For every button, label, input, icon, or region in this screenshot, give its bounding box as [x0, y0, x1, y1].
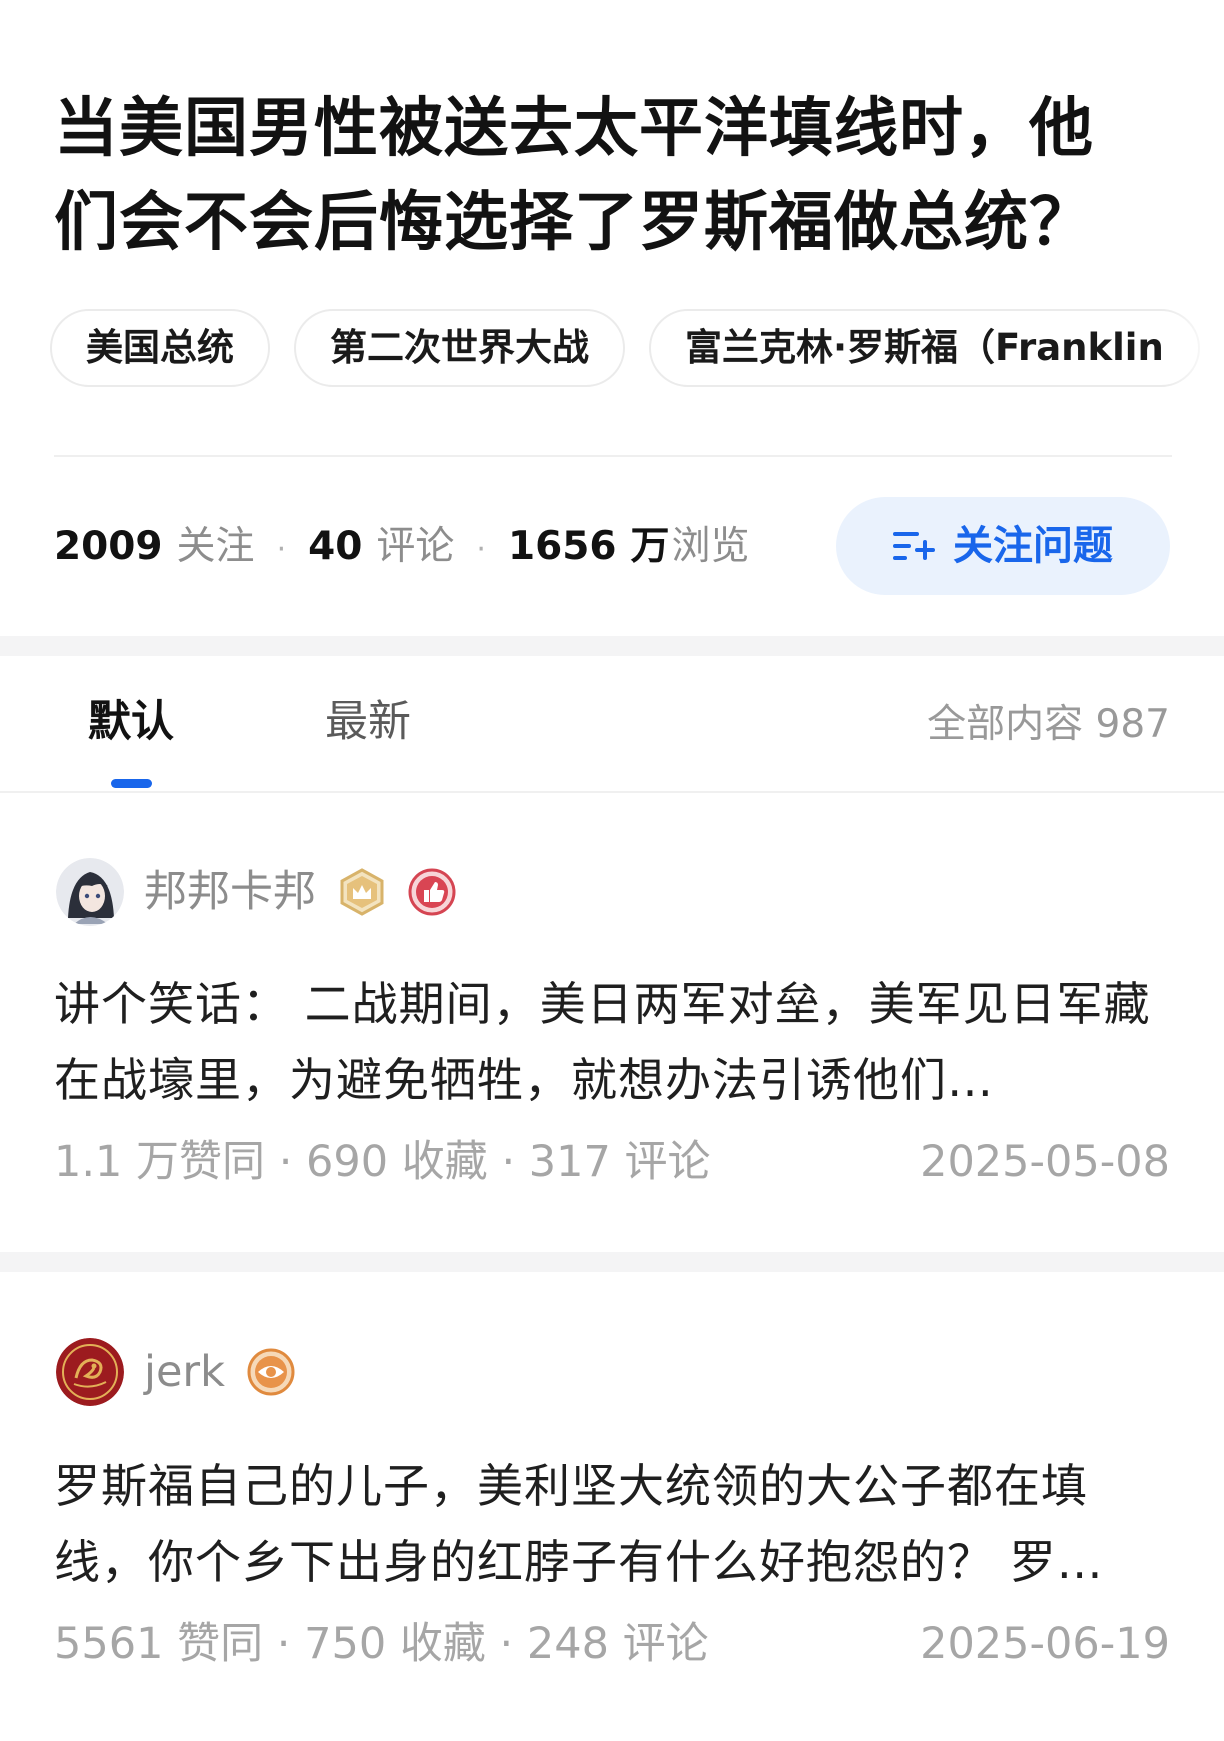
- separator-dot: ·: [276, 532, 287, 567]
- eye-badge-icon[interactable]: [247, 1348, 295, 1396]
- divider: [54, 455, 1172, 457]
- answer-meta: 5561 赞同 · 750 收藏 · 248 评论 2025-06-19: [54, 1614, 1170, 1674]
- comments-label[interactable]: 评论: [376, 524, 454, 569]
- thumbs-up-badge-icon[interactable]: [408, 868, 456, 916]
- answer-date: 2025-05-08: [920, 1137, 1170, 1187]
- avatar[interactable]: [56, 858, 124, 926]
- topic-tag[interactable]: 美国总统: [50, 309, 270, 387]
- author-name[interactable]: jerk: [144, 1338, 225, 1406]
- views-count: 1656: [507, 524, 617, 569]
- answer-date: 2025-06-19: [920, 1619, 1170, 1669]
- all-content-count[interactable]: 全部内容 987: [927, 700, 1170, 750]
- answer-stats: 5561 赞同 · 750 收藏 · 248 评论: [54, 1619, 709, 1669]
- separator-dot: ·: [476, 532, 486, 567]
- tab-default[interactable]: 默认: [88, 697, 174, 747]
- section-gap: [0, 636, 1224, 656]
- author-row: 邦邦卡邦: [56, 858, 456, 928]
- answer-card[interactable]: jerk 罗斯福自己的儿子，美利坚大统领的大公子都在填线，你个乡下出身的红脖子有…: [0, 1272, 1224, 1741]
- views-label: 浏览: [671, 524, 750, 569]
- views-unit: 万: [630, 524, 670, 569]
- answer-stats: 1.1 万赞同 · 690 收藏 · 317 评论: [54, 1137, 711, 1187]
- author-name[interactable]: 邦邦卡邦: [144, 858, 316, 926]
- answer-meta: 1.1 万赞同 · 690 收藏 · 317 评论 2025-05-08: [54, 1132, 1170, 1192]
- tab-latest[interactable]: 最新: [325, 697, 411, 747]
- question-stats: 2009 关注 · 40 评论 · 1656 万浏览: [54, 522, 750, 572]
- topic-tag[interactable]: 富兰克林·罗斯福（Franklin: [649, 309, 1200, 387]
- avatar[interactable]: [56, 1338, 124, 1406]
- topics-fade-overlay: [1164, 309, 1224, 389]
- answer-excerpt[interactable]: 讲个笑话： 二战期间，美日两军对垒，美军见日军藏在战壕里，为避免牺牲，就想办法引…: [54, 966, 1174, 1118]
- follow-plus-icon: [893, 532, 935, 560]
- followers-count: 2009: [54, 524, 163, 569]
- active-tab-indicator: [111, 779, 152, 788]
- section-gap: [0, 1252, 1224, 1272]
- follow-button-label: 关注问题: [953, 523, 1113, 569]
- crown-badge-icon[interactable]: [338, 868, 386, 916]
- answer-tabs: 默认 最新 全部内容 987: [0, 657, 1224, 793]
- topic-list: 美国总统 第二次世界大战 富兰克林·罗斯福（Franklin: [50, 309, 1224, 389]
- answer-excerpt[interactable]: 罗斯福自己的儿子，美利坚大统领的大公子都在填线，你个乡下出身的红脖子有什么好抱怨…: [54, 1448, 1174, 1600]
- author-row: jerk: [56, 1338, 295, 1408]
- answer-card[interactable]: 邦邦卡邦 讲个笑话： 二战期间，美日两军对垒，美军见日军藏在战壕里，为避免牺牲，…: [0, 792, 1224, 1252]
- followers-label: 关注: [176, 524, 255, 569]
- question-title: 当美国男性被送去太平洋填线时，他们会不会后悔选择了罗斯福做总统？: [54, 92, 1094, 260]
- follow-question-button[interactable]: 关注问题: [836, 497, 1170, 595]
- comments-count[interactable]: 40: [308, 524, 362, 569]
- topic-tag[interactable]: 第二次世界大战: [294, 309, 625, 387]
